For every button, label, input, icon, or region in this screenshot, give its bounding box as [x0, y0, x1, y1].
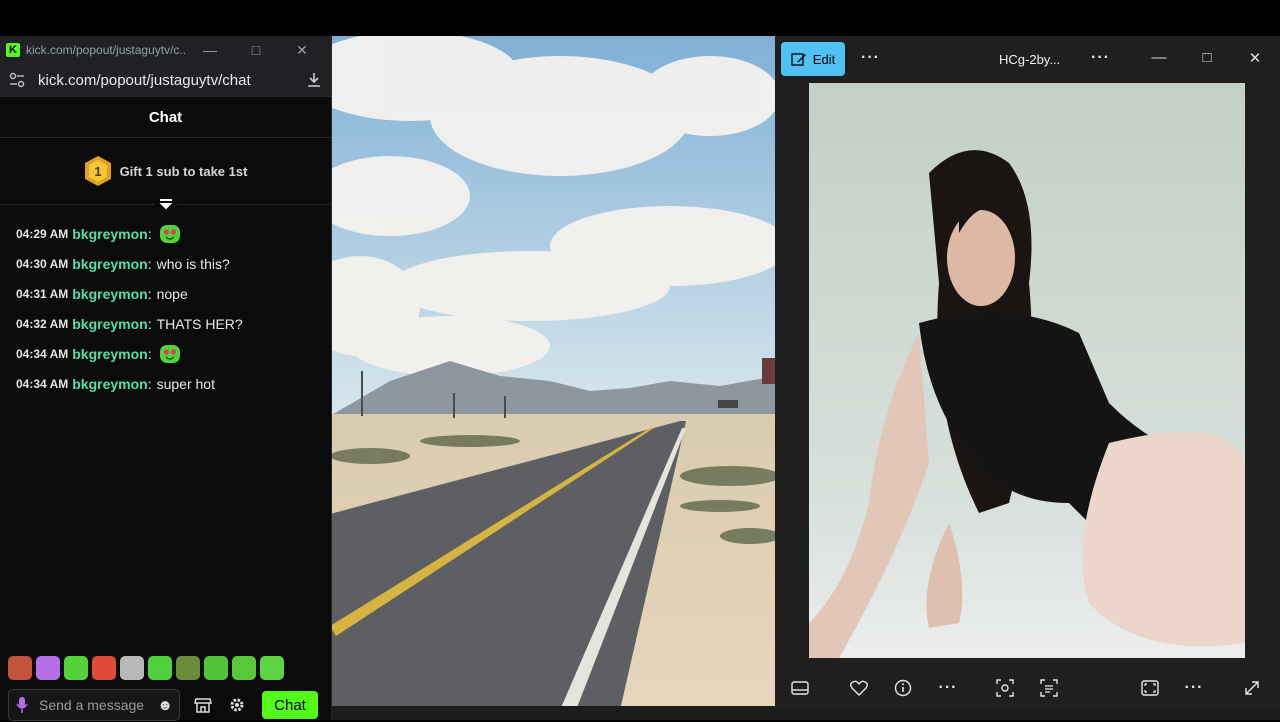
- viewer-close-icon[interactable]: ✕: [1243, 49, 1267, 67]
- fullscreen-expand-icon[interactable]: [1242, 678, 1262, 698]
- viewer-bottom-toolbar: ··· ···: [775, 666, 1280, 710]
- chat-input[interactable]: Send a message ☻: [8, 689, 180, 721]
- emote-shortcut-icon[interactable]: [176, 656, 200, 680]
- chat-input-bar: Send a message ☻ Chat: [8, 688, 326, 722]
- kick-logo-icon: K: [6, 43, 20, 57]
- chat-message: 04:34 AM bkgreymon: super hot: [16, 369, 315, 399]
- window-title: kick.com/popout/justaguytv/c...: [26, 43, 187, 57]
- file-more-icon[interactable]: ···: [1091, 49, 1110, 67]
- emote-shortcut-icon[interactable]: [64, 656, 88, 680]
- emote-shortcut-icon[interactable]: [148, 656, 172, 680]
- message-text: THATS HER?: [156, 316, 243, 332]
- edit-icon: [791, 53, 806, 66]
- displayed-photo: [809, 83, 1245, 658]
- chat-popout-window: K kick.com/popout/justaguytv/c... — □ ✕ …: [0, 36, 332, 722]
- emote-shortcut-icon[interactable]: [36, 656, 60, 680]
- chat-message: 04:34 AM bkgreymon:: [16, 339, 315, 369]
- scan-text-icon[interactable]: [1039, 678, 1059, 698]
- message-username[interactable]: bkgreymon: [72, 316, 147, 332]
- emote-shortcut-icon[interactable]: [120, 656, 144, 680]
- emote-shortcut-icon[interactable]: [260, 656, 284, 680]
- message-timestamp: 04:32 AM: [16, 317, 69, 331]
- viewer-maximize-icon[interactable]: □: [1195, 49, 1219, 66]
- minimize-icon[interactable]: —: [187, 42, 233, 58]
- chat-header: Chat: [0, 97, 331, 138]
- photos-viewer-window: Edit ··· HCg-2by... ··· — □ ✕ ··· ···: [775, 36, 1280, 710]
- favorite-heart-icon[interactable]: [849, 678, 869, 698]
- microphone-icon[interactable]: [15, 696, 29, 714]
- message-timestamp: 04:31 AM: [16, 287, 69, 301]
- visual-search-icon[interactable]: [995, 678, 1015, 698]
- chat-message: 04:30 AM bkgreymon: who is this?: [16, 249, 315, 279]
- message-timestamp: 04:34 AM: [16, 377, 69, 391]
- message-text: super hot: [156, 376, 215, 392]
- store-icon[interactable]: [192, 694, 214, 716]
- filmstrip-icon[interactable]: [790, 678, 810, 698]
- window-titlebar: K kick.com/popout/justaguytv/c... — □ ✕: [0, 36, 331, 64]
- message-username[interactable]: bkgreymon: [72, 346, 147, 362]
- more-options-icon[interactable]: ···: [861, 49, 880, 67]
- chat-input-placeholder: Send a message: [39, 697, 145, 713]
- close-icon[interactable]: ✕: [279, 42, 325, 59]
- emote-bar: [8, 656, 284, 680]
- message-username[interactable]: bkgreymon: [72, 376, 147, 392]
- message-timestamp: 04:29 AM: [16, 227, 69, 241]
- message-username[interactable]: bkgreymon: [72, 286, 147, 302]
- message-timestamp: 04:34 AM: [16, 347, 69, 361]
- game-scene: [330, 36, 776, 710]
- gift-badge-icon: 1: [84, 156, 111, 186]
- address-bar: kick.com/popout/justaguytv/chat: [0, 64, 331, 97]
- settings-gear-icon[interactable]: [226, 694, 248, 716]
- maximize-icon[interactable]: □: [233, 42, 279, 58]
- message-timestamp: 04:30 AM: [16, 257, 69, 271]
- gift-text: Gift 1 sub to take 1st: [119, 163, 248, 179]
- heart-eyes-emote-icon[interactable]: [159, 343, 181, 365]
- file-name: HCg-2by...: [999, 52, 1061, 67]
- message-text: nope: [156, 286, 188, 302]
- zoom-more-icon[interactable]: ···: [1184, 678, 1204, 698]
- viewer-toolbar: Edit ··· HCg-2by... ··· — □ ✕: [775, 36, 1280, 82]
- emote-shortcut-icon[interactable]: [204, 656, 228, 680]
- message-username[interactable]: bkgreymon: [72, 256, 147, 272]
- top-black-bar: [0, 0, 1280, 36]
- message-separator: :: [147, 256, 152, 272]
- viewer-minimize-icon[interactable]: —: [1147, 49, 1171, 66]
- emote-shortcut-icon[interactable]: [8, 656, 32, 680]
- chat-message: 04:29 AM bkgreymon:: [16, 219, 315, 249]
- message-username[interactable]: bkgreymon: [72, 226, 147, 242]
- url-text[interactable]: kick.com/popout/justaguytv/chat: [38, 72, 305, 89]
- more-actions-icon[interactable]: ···: [938, 678, 958, 698]
- edit-button[interactable]: Edit: [781, 42, 845, 76]
- message-text: who is this?: [156, 256, 230, 272]
- gift-sub-banner[interactable]: 1 Gift 1 sub to take 1st: [0, 138, 331, 212]
- message-separator: :: [147, 226, 152, 242]
- fit-to-window-icon[interactable]: [1140, 678, 1160, 698]
- emote-shortcut-icon[interactable]: [232, 656, 256, 680]
- message-separator: :: [147, 346, 152, 362]
- chat-message: 04:32 AM bkgreymon: THATS HER?: [16, 309, 315, 339]
- emoji-picker-icon[interactable]: ☻: [157, 697, 173, 714]
- message-separator: :: [147, 316, 152, 332]
- message-separator: :: [147, 376, 152, 392]
- emote-shortcut-icon[interactable]: [92, 656, 116, 680]
- heart-eyes-emote-icon[interactable]: [159, 223, 181, 245]
- collapse-pinned-icon[interactable]: [155, 196, 177, 212]
- chat-message: 04:31 AM bkgreymon: nope: [16, 279, 315, 309]
- chat-send-button[interactable]: Chat: [262, 691, 318, 719]
- gift-badge-number: 1: [94, 164, 101, 179]
- edit-label: Edit: [812, 51, 836, 67]
- info-icon[interactable]: [893, 678, 913, 698]
- chat-message-list: 04:29 AM bkgreymon:04:30 AM bkgreymon: who …: [0, 205, 331, 399]
- download-icon[interactable]: [305, 71, 323, 89]
- site-settings-icon[interactable]: [8, 71, 26, 89]
- message-separator: :: [147, 286, 152, 302]
